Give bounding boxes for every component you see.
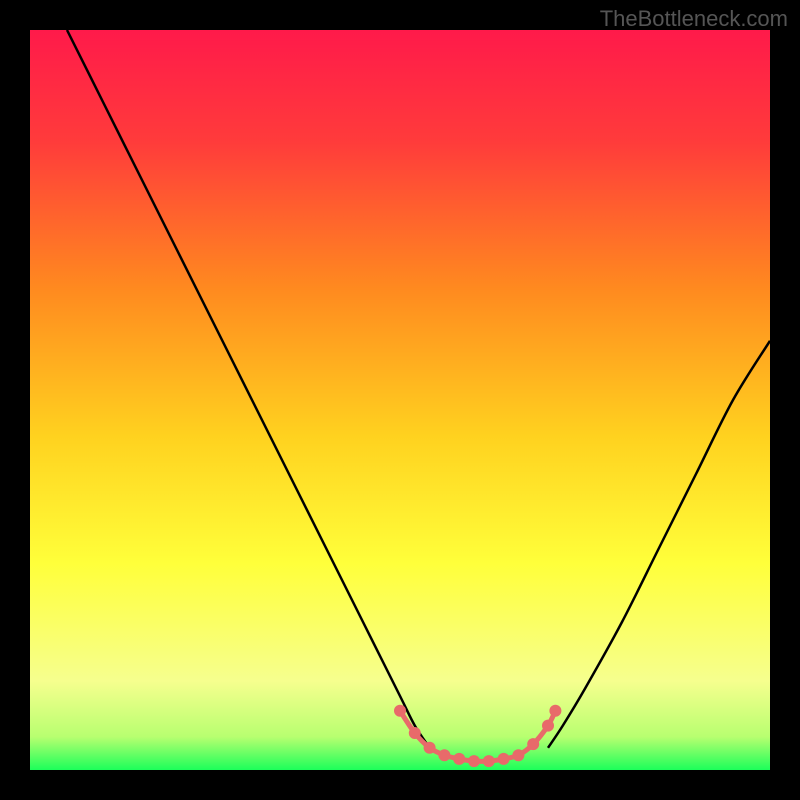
valley-dot	[438, 749, 450, 761]
valley-dot	[394, 705, 406, 717]
valley-dot	[483, 755, 495, 767]
plot-background	[30, 30, 770, 770]
valley-dot	[549, 705, 561, 717]
bottleneck-chart	[0, 0, 800, 800]
watermark-text: TheBottleneck.com	[600, 6, 788, 32]
valley-dot	[542, 720, 554, 732]
valley-dot	[409, 727, 421, 739]
valley-dot	[468, 755, 480, 767]
valley-dot	[424, 742, 436, 754]
valley-dot	[527, 738, 539, 750]
valley-dot	[512, 749, 524, 761]
valley-dot	[453, 753, 465, 765]
chart-container: TheBottleneck.com	[0, 0, 800, 800]
valley-dot	[498, 753, 510, 765]
